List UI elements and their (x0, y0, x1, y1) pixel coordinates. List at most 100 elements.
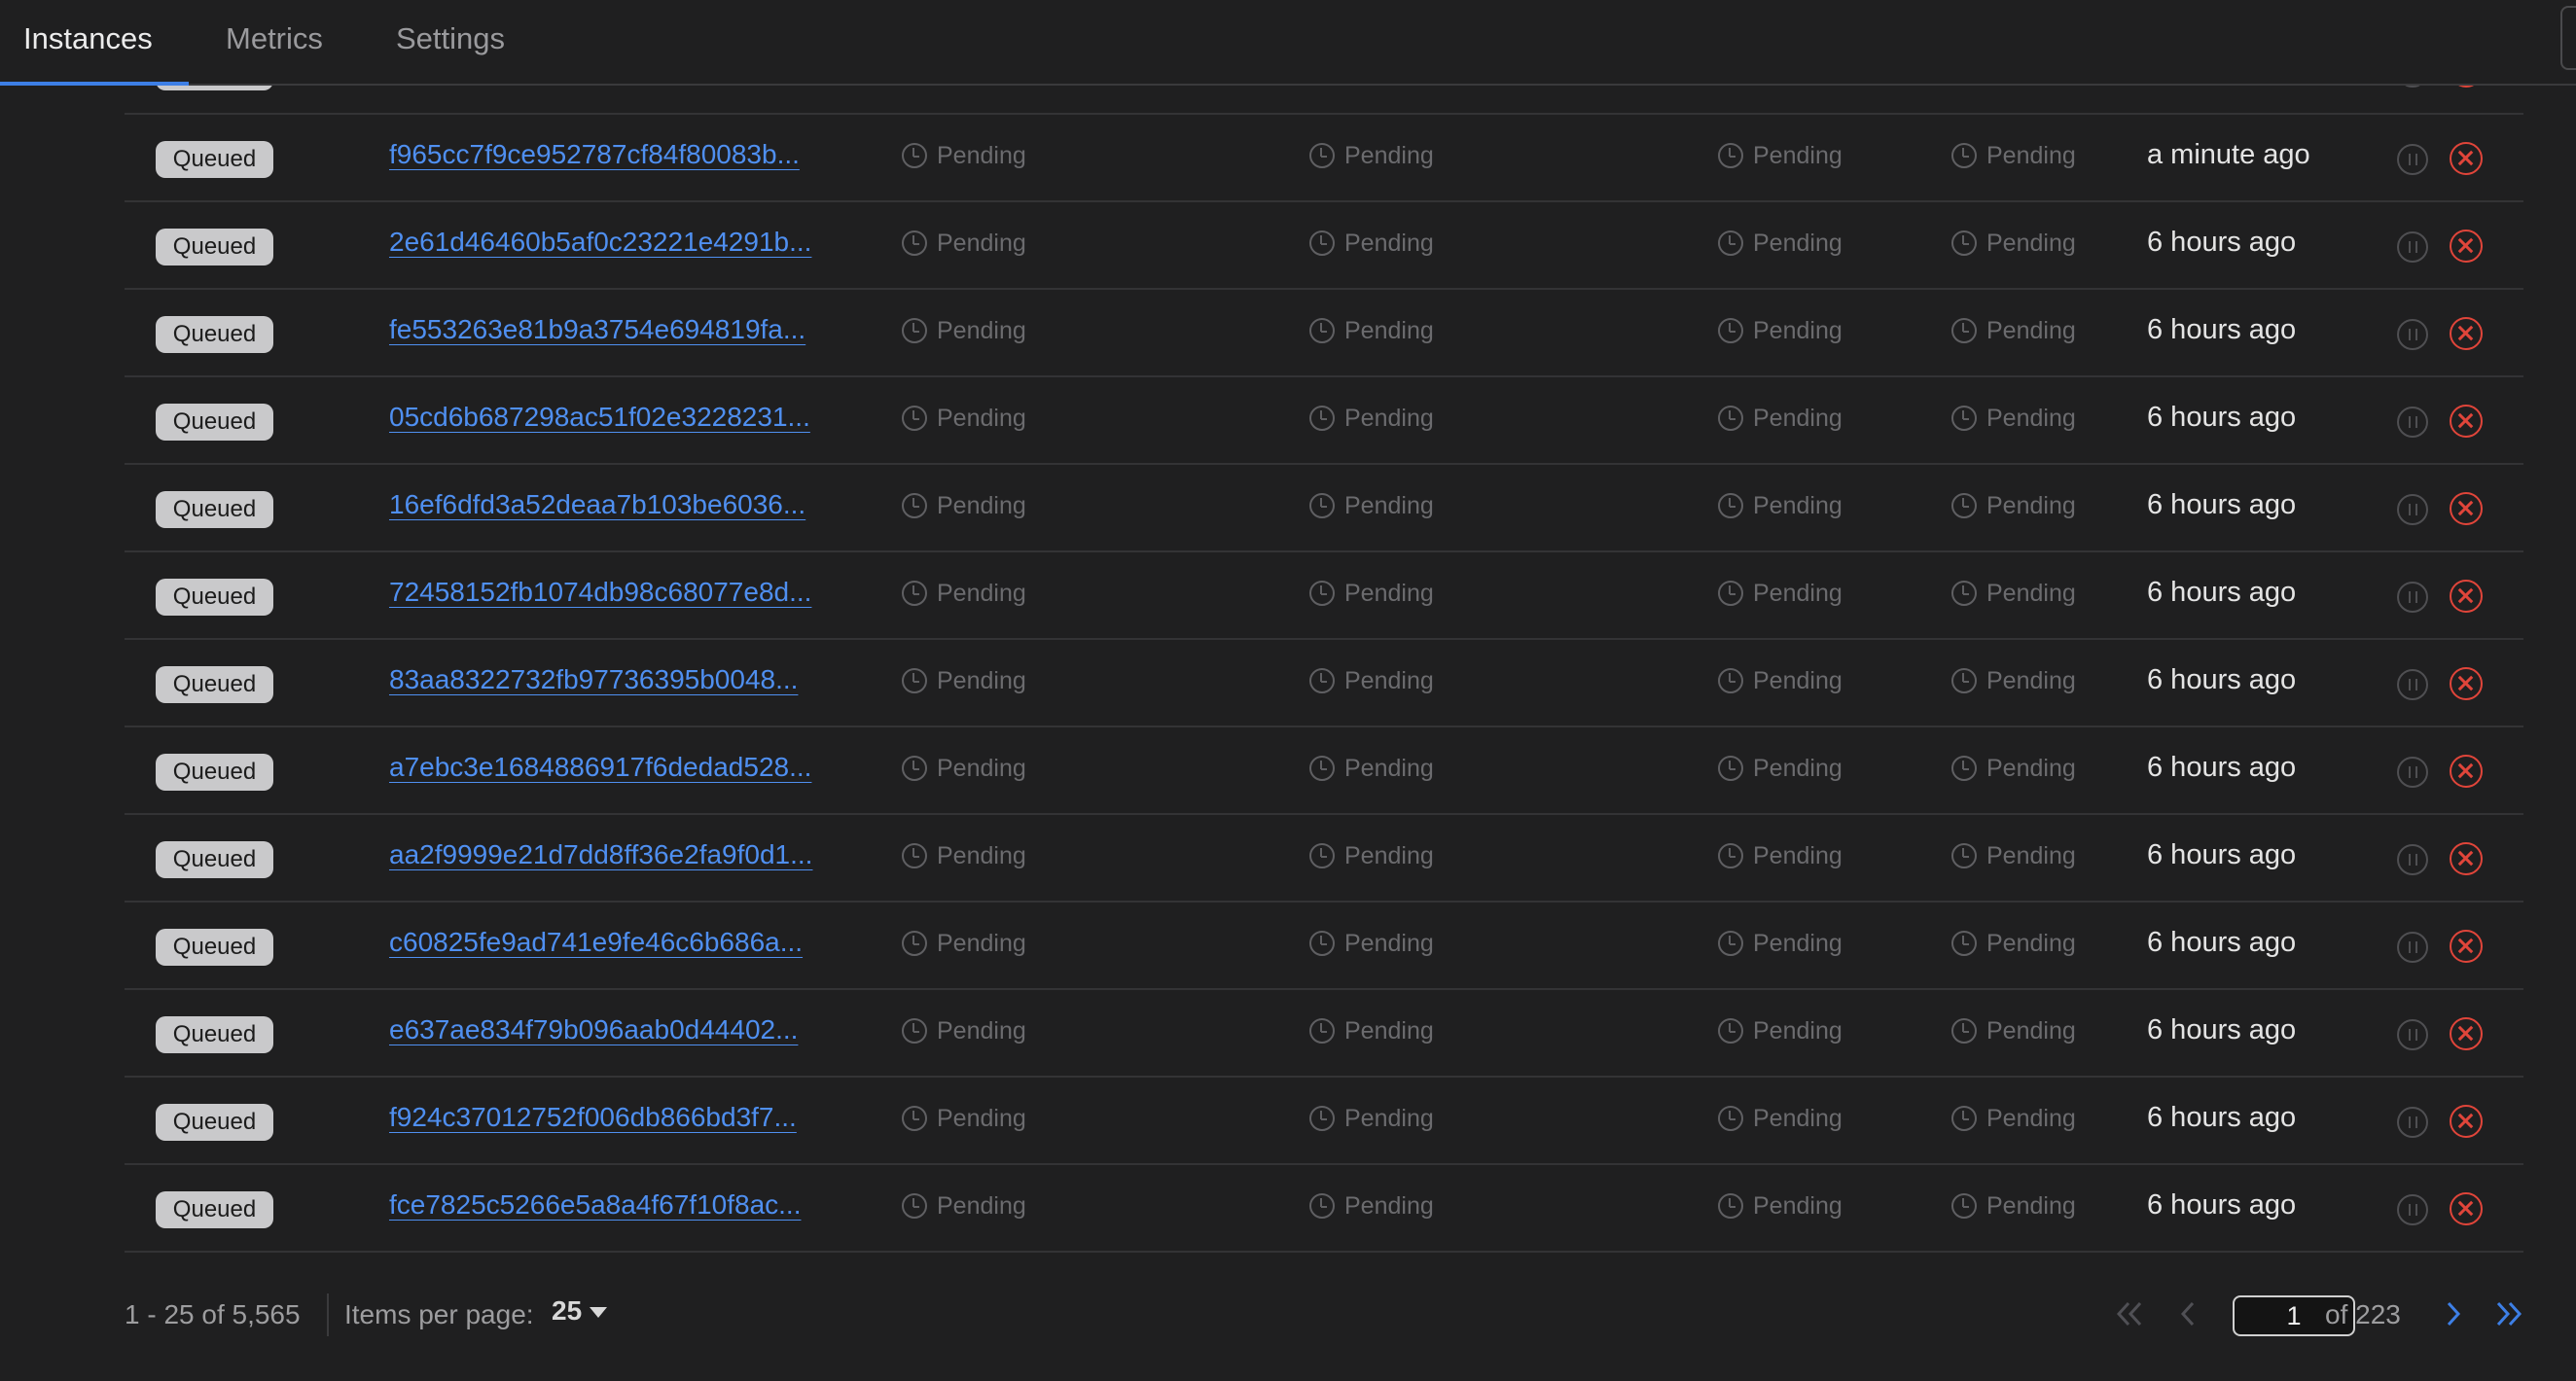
pause-icon[interactable] (2397, 1194, 2428, 1225)
pause-icon[interactable] (2397, 932, 2428, 963)
pending-status: Pending (902, 492, 1026, 520)
pending-label: Pending (1986, 1017, 2076, 1045)
next-page-button[interactable] (2433, 1290, 2472, 1338)
pending-label: Pending (1753, 842, 1843, 869)
instance-id-link[interactable]: 83aa8322732fb97736395b0048... (389, 664, 876, 695)
pending-label: Pending (1753, 580, 1843, 607)
pending-label: Pending (937, 317, 1026, 344)
cancel-icon[interactable] (2450, 930, 2483, 963)
pause-icon[interactable] (2397, 757, 2428, 788)
tab-instances[interactable]: Instances (23, 0, 153, 86)
cancel-icon[interactable] (2450, 842, 2483, 875)
active-tab-indicator (0, 82, 189, 86)
pending-label: Pending (1753, 405, 1843, 432)
pending-label: Pending (937, 842, 1026, 869)
pending-status: Pending (902, 930, 1026, 958)
instance-id-link[interactable]: 05cd6b687298ac51f02e3228231... (389, 402, 876, 433)
cancel-icon[interactable] (2450, 580, 2483, 613)
pending-label: Pending (937, 1192, 1026, 1220)
created-time: 6 hours ago (2147, 1189, 2297, 1221)
pause-icon[interactable] (2397, 1019, 2428, 1050)
first-page-button[interactable] (2109, 1290, 2148, 1338)
status-badge: Queued (156, 579, 273, 616)
pause-icon[interactable] (2397, 144, 2428, 175)
pending-status: Pending (1951, 492, 2076, 520)
pause-icon[interactable] (2397, 231, 2428, 263)
status-badge: Queued (156, 666, 273, 703)
instance-id-link[interactable]: f965cc7f9ce952787cf84f80083b... (389, 139, 876, 170)
clock-icon (1951, 318, 1977, 343)
clock-icon (1718, 1106, 1743, 1131)
cancel-icon[interactable] (2450, 492, 2483, 525)
tab-settings[interactable]: Settings (396, 0, 505, 86)
instance-id-link[interactable]: fce7825c5266e5a8a4f67f10f8ac... (389, 1189, 876, 1221)
pause-icon[interactable] (2397, 407, 2428, 438)
pending-status: Pending (1718, 1105, 1843, 1133)
pause-icon[interactable] (2397, 669, 2428, 700)
cancel-icon[interactable] (2450, 230, 2483, 263)
clock-icon (1718, 931, 1743, 956)
clock-icon (902, 843, 927, 868)
pending-status: Pending (1309, 1192, 1434, 1221)
created-time: 6 hours ago (2147, 577, 2297, 608)
cancel-icon[interactable] (2450, 317, 2483, 350)
created-time: 6 hours ago (2147, 402, 2297, 433)
pending-label: Pending (1344, 1105, 1434, 1132)
clock-icon (1951, 843, 1977, 868)
table-row: Queued f924c37012752f006db866bd3f7... Pend… (125, 1078, 2523, 1165)
pending-label: Pending (937, 230, 1026, 257)
pending-status: Pending (902, 842, 1026, 870)
pending-status: Pending (1951, 580, 2076, 608)
pending-status: Pending (1951, 142, 2076, 170)
instance-id-link[interactable]: a7ebc3e1684886917f6dedad528... (389, 752, 876, 783)
cancel-icon[interactable] (2450, 1192, 2483, 1225)
instance-id-link[interactable]: f924c37012752f006db866bd3f7... (389, 1102, 876, 1133)
items-per-page-select[interactable]: 25 (552, 1295, 608, 1334)
clock-icon (1951, 668, 1977, 693)
clock-icon (902, 318, 927, 343)
prev-page-button[interactable] (2169, 1290, 2208, 1338)
chevron-left-icon (2180, 1301, 2195, 1327)
clock-icon (1718, 668, 1743, 693)
pause-icon[interactable] (2397, 844, 2428, 875)
clock-icon (902, 1018, 927, 1044)
instance-id-link[interactable]: c60825fe9ad741e9fe46c6b686a... (389, 927, 876, 958)
last-page-button[interactable] (2490, 1290, 2529, 1338)
cancel-icon[interactable] (2450, 142, 2483, 175)
pending-status: Pending (902, 1017, 1026, 1045)
cancel-icon[interactable] (2450, 667, 2483, 700)
pending-label: Pending (1753, 667, 1843, 694)
pending-label: Pending (1344, 755, 1434, 782)
pending-label: Pending (1753, 755, 1843, 782)
pending-status: Pending (1718, 142, 1843, 170)
caret-down-icon (590, 1307, 608, 1318)
cancel-icon[interactable] (2450, 405, 2483, 438)
items-per-page-value: 25 (552, 1295, 583, 1326)
pause-icon[interactable] (2397, 494, 2428, 525)
instance-id-link[interactable]: 72458152fb1074db98c68077e8d... (389, 577, 876, 608)
clock-icon (1951, 493, 1977, 518)
status-badge: Queued (156, 316, 273, 353)
cancel-icon[interactable] (2450, 1105, 2483, 1138)
pause-icon[interactable] (2397, 319, 2428, 350)
cancel-icon[interactable] (2450, 1017, 2483, 1050)
cancel-icon[interactable] (2450, 755, 2483, 788)
pending-label: Pending (1344, 317, 1434, 344)
clock-icon (902, 581, 927, 606)
tab-metrics[interactable]: Metrics (226, 0, 323, 86)
pause-icon[interactable] (2397, 1107, 2428, 1138)
instance-id-link[interactable]: e637ae834f79b096aab0d44402... (389, 1014, 876, 1045)
instance-id-link[interactable]: 16ef6dfd3a52deaa7b103be6036... (389, 489, 876, 520)
instance-id-link[interactable]: 2e61d46460b5af0c23221e4291b... (389, 227, 876, 258)
created-time: a minute ago (2147, 139, 2310, 170)
pending-status: Pending (1309, 930, 1434, 958)
instance-id-link[interactable]: fe553263e81b9a3754e694819fa... (389, 314, 876, 345)
pending-label: Pending (1344, 930, 1434, 957)
pending-status: Pending (1951, 1192, 2076, 1221)
created-time: 6 hours ago (2147, 664, 2297, 695)
pause-icon[interactable] (2397, 582, 2428, 613)
clock-icon (1309, 1193, 1335, 1219)
table-row: Queued fce7825c5266e5a8a4f67f10f8ac... Pen… (125, 1165, 2523, 1253)
instance-id-link[interactable]: aa2f9999e21d7dd8ff36e2fa9f0d1... (389, 839, 876, 870)
clock-icon (1718, 756, 1743, 781)
